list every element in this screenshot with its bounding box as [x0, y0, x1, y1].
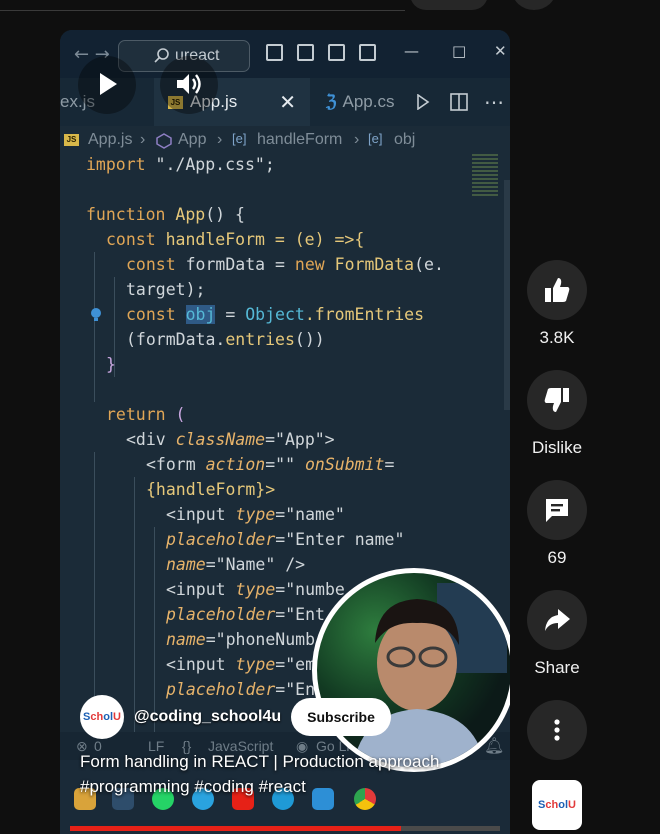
- thumbs-up-icon: [545, 278, 570, 302]
- layout-sidebar-icon: [266, 44, 283, 61]
- code-line: target);: [126, 280, 206, 299]
- play-icon: [100, 73, 117, 95]
- split-editor-icon: [450, 78, 470, 126]
- code-line: <form action="" onSubmit=: [146, 455, 395, 474]
- code-line: placeholder="Enter name": [166, 530, 405, 549]
- dislike-button[interactable]: [527, 370, 587, 430]
- code-line: name="Name" />: [166, 555, 306, 574]
- top-strip: [0, 0, 660, 12]
- top-pill: [410, 0, 488, 10]
- video-title-hashtags: #programming #coding #react: [80, 777, 306, 796]
- tab-close-icon: ✕: [279, 90, 297, 114]
- layout-grid-icon: [359, 44, 376, 61]
- share-label: Share: [534, 658, 580, 677]
- share-icon: [545, 609, 570, 631]
- more-vert-icon: [554, 719, 560, 741]
- volume-button[interactable]: [160, 56, 218, 114]
- minimize-icon: —: [404, 42, 419, 60]
- breadcrumb-sep: ›: [354, 131, 360, 148]
- tab-app-css: ℨ App.cs: [326, 78, 426, 126]
- channel-avatar[interactable]: Sch ol U: [80, 695, 124, 739]
- layout-panel-icon: [297, 44, 314, 61]
- video-progress-bar[interactable]: [70, 826, 500, 831]
- thumbs-down-icon: [544, 388, 569, 412]
- channel-row: Sch ol U @coding_school4u Subscribe: [80, 694, 391, 740]
- like-button[interactable]: [527, 260, 587, 320]
- code-line: function App() {: [86, 205, 245, 224]
- code-line: placeholder="Ent: [166, 605, 325, 624]
- dislike-label: Dislike: [531, 438, 583, 457]
- comments-button[interactable]: [527, 480, 587, 540]
- lightbulb-icon: [91, 308, 101, 321]
- more-icon: ⋯: [484, 91, 504, 114]
- indent-guide: [94, 252, 95, 402]
- code-line: return (: [106, 405, 186, 424]
- code-line: <div className="App">: [126, 430, 335, 449]
- channel-handle[interactable]: @coding_school4u: [134, 708, 281, 726]
- breadcrumb-variable: obj: [394, 131, 416, 148]
- top-divider: [0, 0, 405, 11]
- presenter-webcam: [312, 568, 510, 772]
- code-line: const obj = Object.fromEntries: [126, 305, 425, 324]
- code-line: (formData.entries()): [126, 330, 325, 349]
- like-count: 3.8K: [539, 328, 575, 347]
- channel-thumbnail[interactable]: Sch ol U: [532, 780, 582, 830]
- code-line: <input type="numbe: [166, 580, 345, 599]
- variable-icon: [e]: [368, 131, 383, 146]
- volume-icon: [177, 74, 201, 94]
- code-line: name="phoneNumb: [166, 630, 316, 649]
- comment-icon: [546, 499, 568, 522]
- breadcrumb-file: App.js: [88, 131, 133, 148]
- code-line: {handleForm}>: [146, 480, 276, 499]
- minimap: [472, 154, 498, 196]
- run-icon: [416, 78, 436, 126]
- more-options-button[interactable]: [527, 700, 587, 760]
- css-file-icon: ℨ: [326, 92, 337, 111]
- code-line: const handleForm = (e) =>{: [106, 230, 365, 249]
- maximize-icon: □: [452, 42, 467, 60]
- editor-scrollbar: [504, 180, 510, 410]
- code-line: <input type="name": [166, 505, 345, 524]
- share-button[interactable]: [527, 590, 587, 650]
- video-title-line1: Form handling in REACT | Production appr…: [80, 752, 440, 771]
- code-line: import "./App.css";: [86, 155, 275, 174]
- code-line: }: [106, 355, 116, 374]
- search-icon: [154, 48, 169, 63]
- subscribe-button[interactable]: Subscribe: [291, 698, 391, 736]
- breadcrumb-sep: ›: [140, 131, 146, 148]
- code-line: const formData = new FormData(e.: [126, 255, 444, 274]
- variable-icon: [e]: [232, 131, 247, 146]
- close-window-icon: ✕: [494, 42, 507, 60]
- component-icon: [156, 133, 172, 149]
- breadcrumb-function: handleForm: [257, 131, 343, 148]
- code-line: <input type="em: [166, 655, 316, 674]
- breadcrumb-component: App: [178, 131, 207, 148]
- comment-count: 69: [547, 548, 567, 567]
- top-circle: [512, 0, 556, 10]
- layout-split-icon: [328, 44, 345, 61]
- layout-icons: [266, 44, 376, 61]
- video-title[interactable]: Form handling in REACT | Production appr…: [80, 749, 480, 799]
- play-button[interactable]: [78, 56, 136, 114]
- tab-label: App.cs: [342, 92, 395, 111]
- breadcrumb-sep: ›: [217, 131, 223, 148]
- video-progress-fill: [70, 826, 402, 831]
- js-file-icon: JS: [64, 134, 79, 146]
